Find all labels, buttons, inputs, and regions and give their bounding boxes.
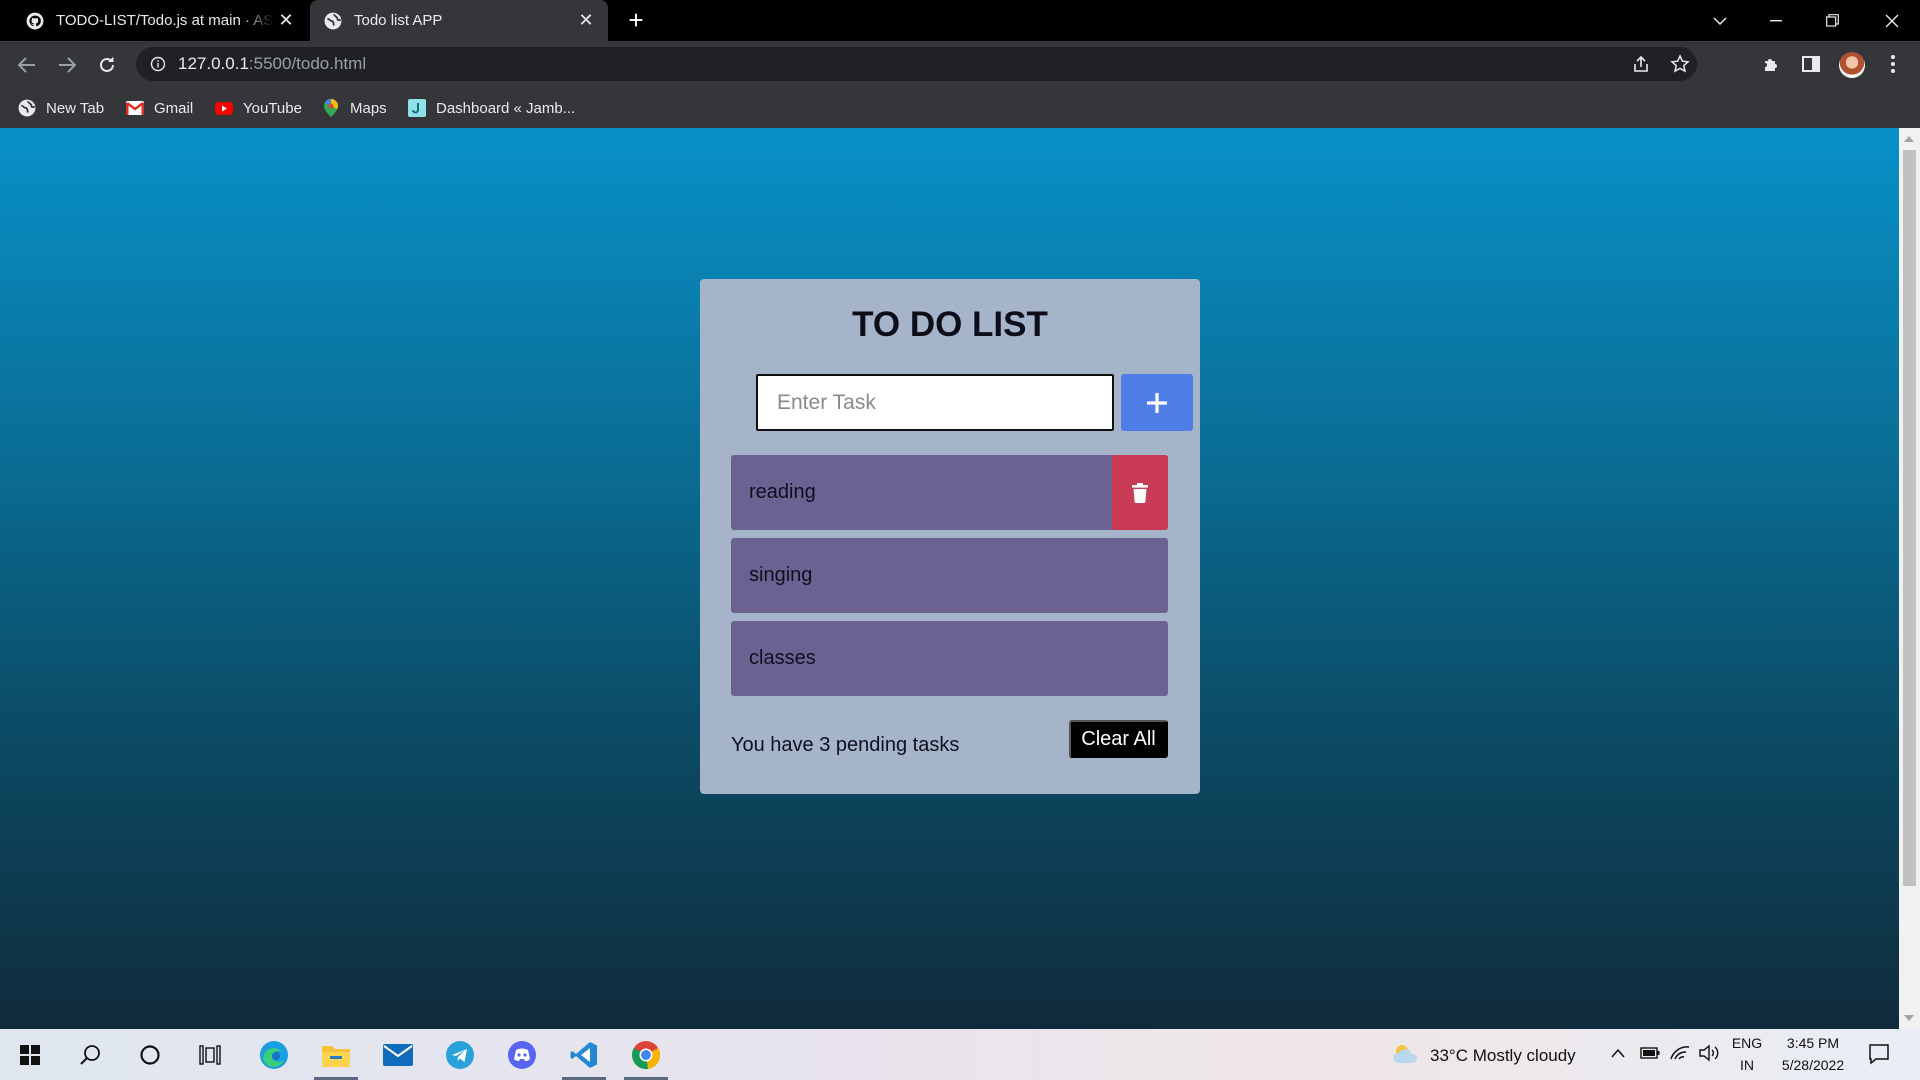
windows-start-icon[interactable] [4,1029,56,1080]
back-icon[interactable] [12,50,42,80]
bookmark-label: New Tab [46,99,105,117]
address-bar[interactable]: 127.0.0.1:5500/todo.html [136,47,1697,81]
github-icon [26,12,44,29]
wifi-icon[interactable] [1670,1043,1690,1061]
bookmarks-bar: New Tab Gmail YouTube Maps Dashboard « J… [0,88,1920,128]
language-indicator[interactable]: ENG IN [1724,1032,1770,1076]
add-task-button[interactable] [1121,374,1193,431]
bookmark-youtube[interactable]: YouTube [215,97,302,119]
forward-icon[interactable] [52,50,82,80]
clear-all-button[interactable]: Clear All [1069,720,1168,758]
tab-github[interactable]: TODO-LIST/Todo.js at main · ASH ✕ [0,0,308,41]
scrollbar-thumb[interactable] [1903,150,1916,886]
task-input[interactable] [756,374,1114,431]
tab-search-icon[interactable] [1692,0,1748,41]
jamboard-icon [408,99,426,117]
show-hidden-icons-chevron[interactable] [1610,1047,1626,1059]
new-tab-button[interactable]: + [624,7,648,33]
bookmark-label: Gmail [154,99,194,117]
reload-icon[interactable] [92,50,122,80]
task-label: singing [749,564,813,586]
close-window-icon[interactable] [1864,0,1920,41]
file-explorer-icon[interactable] [310,1029,362,1080]
weather-cloud-icon[interactable] [1392,1043,1422,1065]
restore-icon[interactable] [1804,0,1860,41]
bookmark-label: YouTube [243,99,302,117]
bookmark-label: Maps [350,99,387,117]
page-scrollbar[interactable] [1899,128,1920,1029]
discord-icon[interactable] [496,1029,548,1080]
profile-avatar[interactable] [1839,52,1865,78]
battery-icon[interactable] [1640,1046,1660,1060]
bookmark-star-icon[interactable] [1670,54,1690,74]
task-item[interactable]: classes [731,621,1168,696]
language-code: ENG [1731,1035,1763,1051]
delete-task-button[interactable] [1112,455,1168,530]
close-tab-icon[interactable]: ✕ [576,10,596,30]
bookmark-jamboard[interactable]: Dashboard « Jamb... [408,97,575,119]
close-tab-icon[interactable]: ✕ [276,10,296,30]
weather-text[interactable]: 33°C Mostly cloudy [1430,1046,1576,1066]
scroll-up-arrow[interactable] [1904,136,1914,142]
url-text: 127.0.0.1:5500/todo.html [178,54,366,74]
gmail-icon [126,99,144,117]
globe-icon [324,12,342,29]
clock-date: 5/28/2022 [1781,1057,1845,1073]
clock-time: 3:45 PM [1786,1035,1840,1051]
bookmark-label: Dashboard « Jamb... [436,99,576,117]
volume-icon[interactable] [1698,1044,1720,1062]
task-label: reading [749,481,816,503]
task-view-icon[interactable] [184,1029,236,1080]
side-panel-icon[interactable] [1800,53,1822,75]
minimize-icon[interactable] [1748,0,1804,41]
region-code: IN [1740,1057,1754,1073]
url-host: 127.0.0.1 [178,54,249,73]
pending-count-text: You have 3 pending tasks [731,734,960,756]
page-viewport: TO DO LIST reading singing classes You h… [0,128,1920,1029]
bookmark-new-tab[interactable]: New Tab [18,97,104,119]
chrome-icon[interactable] [620,1029,672,1080]
url-path: :5500/todo.html [248,54,367,73]
notifications-icon[interactable] [1868,1043,1890,1065]
plus-icon [1147,392,1167,413]
todo-card: TO DO LIST reading singing classes You h… [700,279,1200,794]
tab-todo-app[interactable]: Todo list APP ✕ [310,0,608,41]
clock[interactable]: 3:45 PM 5/28/2022 [1772,1032,1854,1076]
tab-title: TODO-LIST/Todo.js at main · ASH [56,12,274,29]
page-title: TO DO LIST [852,305,1048,344]
vscode-icon[interactable] [558,1029,610,1080]
windows-taskbar: 33°C Mostly cloudy ENG IN 3:45 PM 5/28/2… [0,1029,1920,1080]
browser-toolbar: 127.0.0.1:5500/todo.html [0,41,1920,88]
task-label: classes [749,647,816,669]
cortana-icon[interactable] [124,1029,176,1080]
extensions-icon[interactable] [1761,53,1783,75]
trash-icon [1132,482,1148,503]
chrome-menu-icon[interactable] [1882,53,1904,75]
tab-title: Todo list APP [354,12,443,29]
globe-icon [18,99,36,117]
edge-icon[interactable] [248,1029,300,1080]
bookmark-gmail[interactable]: Gmail [126,97,193,119]
mail-icon[interactable] [372,1029,424,1080]
youtube-icon [215,99,233,117]
search-icon[interactable] [64,1029,116,1080]
site-info-icon[interactable] [150,56,166,72]
task-item[interactable]: singing [731,538,1168,613]
maps-icon [322,99,340,117]
task-item[interactable]: reading [731,455,1168,530]
bookmark-maps[interactable]: Maps [322,97,387,119]
browser-tab-strip: TODO-LIST/Todo.js at main · ASH ✕ Todo l… [0,0,1920,41]
share-icon[interactable] [1631,54,1651,74]
scroll-down-arrow[interactable] [1904,1015,1914,1021]
telegram-icon[interactable] [434,1029,486,1080]
